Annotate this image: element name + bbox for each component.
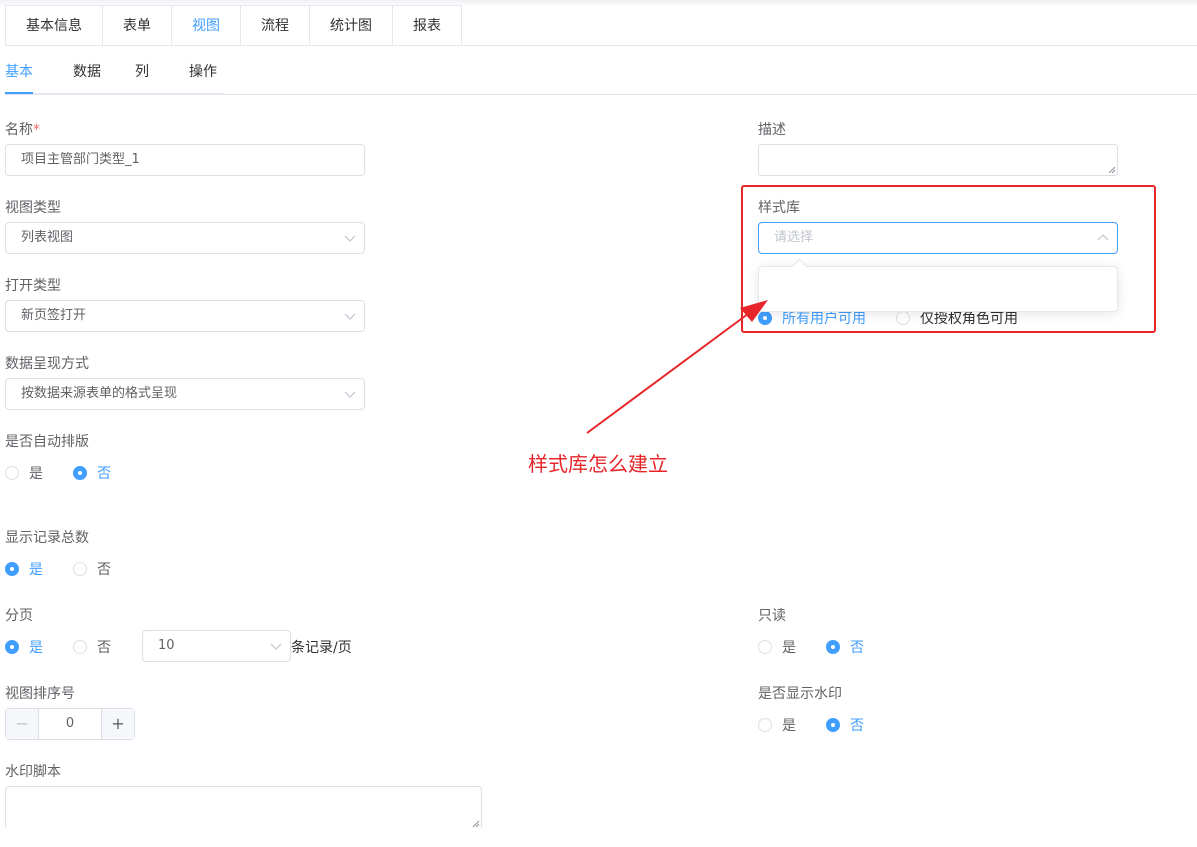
radio-yes-text: 是 (782, 718, 796, 734)
chevron-down-icon (270, 641, 282, 651)
radio-no-text: 否 (97, 466, 111, 482)
name-input-value: 项目主管部门类型_1 (21, 152, 140, 167)
subtab-actions[interactable]: 操作 (189, 48, 217, 94)
top-tab-bar: 基本信息 表单 视图 流程 统计图 报表 (5, 5, 1197, 46)
decrement-button[interactable]: − (6, 709, 38, 739)
page-size-suffix: 条记录/页 (291, 640, 352, 656)
resize-handle-icon[interactable] (1108, 166, 1116, 174)
readonly-label: 只读 (758, 608, 786, 624)
page-size-select[interactable]: 10 (142, 630, 291, 662)
watermark-script-textarea[interactable] (5, 786, 482, 830)
data-display-select[interactable]: 按数据来源表单的格式呈现 (5, 378, 365, 410)
increment-button[interactable]: + (102, 709, 134, 739)
tab-report[interactable]: 报表 (392, 5, 462, 45)
view-type-select[interactable]: 列表视图 (5, 222, 365, 254)
open-type-select[interactable]: 新页签打开 (5, 300, 365, 332)
radio-auto-layout-yes[interactable]: 是 (5, 463, 43, 483)
subtab-columns[interactable]: 列 (135, 48, 149, 94)
radio-no-text: 否 (850, 718, 864, 734)
tab-basic-info[interactable]: 基本信息 (5, 5, 103, 45)
auto-layout-label: 是否自动排版 (5, 434, 89, 450)
radio-readonly-yes[interactable]: 是 (758, 637, 796, 657)
radio-dot (826, 640, 840, 654)
radio-paging-no[interactable]: 否 (73, 637, 111, 657)
desc-label: 描述 (758, 122, 786, 138)
radio-watermark-yes[interactable]: 是 (758, 715, 796, 735)
annotation-highlight-box (741, 185, 1156, 333)
view-type-label: 视图类型 (5, 200, 61, 216)
name-label-text: 名称 (5, 122, 33, 138)
name-label: 名称* (5, 119, 40, 139)
radio-watermark-no[interactable]: 否 (826, 715, 864, 735)
radio-yes-text: 是 (29, 466, 43, 482)
name-input[interactable]: 项目主管部门类型_1 (5, 144, 365, 176)
radio-readonly-no[interactable]: 否 (826, 637, 864, 657)
radio-dot (73, 640, 87, 654)
tab-form[interactable]: 表单 (102, 5, 172, 45)
radio-no-text: 否 (850, 640, 864, 656)
data-display-value: 按数据来源表单的格式呈现 (21, 386, 178, 401)
paging-label: 分页 (5, 608, 33, 624)
sub-tab-bar: 基本 数据 列 操作 (5, 48, 257, 94)
radio-dot (5, 562, 19, 576)
radio-auto-layout-no[interactable]: 否 (73, 463, 111, 483)
bottom-mask (0, 828, 1197, 847)
open-type-value: 新页签打开 (21, 308, 87, 323)
watermark-show-label: 是否显示水印 (758, 686, 842, 702)
show-total-label: 显示记录总数 (5, 530, 89, 546)
subtab-data[interactable]: 数据 (73, 48, 101, 94)
annotation-text: 样式库怎么建立 (528, 452, 668, 476)
required-mark: * (33, 122, 40, 138)
view-type-value: 列表视图 (21, 230, 74, 245)
chevron-down-icon (344, 389, 356, 399)
radio-dot (73, 466, 87, 480)
chevron-down-icon (344, 311, 356, 321)
data-display-label: 数据呈现方式 (5, 356, 89, 372)
radio-yes-text: 是 (29, 640, 43, 656)
tab-chart[interactable]: 统计图 (309, 5, 393, 45)
annotation-arrow-icon (586, 300, 768, 434)
radio-paging-yes[interactable]: 是 (5, 637, 43, 657)
radio-dot (758, 718, 772, 732)
radio-show-total-yes[interactable]: 是 (5, 559, 43, 579)
resize-handle-icon[interactable] (472, 820, 480, 828)
subtab-basic[interactable]: 基本 (5, 48, 33, 94)
radio-yes-text: 是 (29, 562, 43, 578)
tab-flow[interactable]: 流程 (240, 5, 310, 45)
radio-dot (73, 562, 87, 576)
radio-no-text: 否 (97, 640, 111, 656)
radio-dot (758, 640, 772, 654)
radio-dot (826, 718, 840, 732)
sort-label: 视图排序号 (5, 686, 75, 702)
tab-view[interactable]: 视图 (171, 5, 241, 45)
watermark-script-label: 水印脚本 (5, 764, 61, 780)
radio-no-text: 否 (97, 562, 111, 578)
page-size-value: 10 (158, 638, 175, 653)
radio-yes-text: 是 (782, 640, 796, 656)
chevron-down-icon (344, 233, 356, 243)
radio-dot (5, 640, 19, 654)
desc-textarea[interactable] (758, 144, 1118, 176)
sort-value[interactable]: 0 (38, 709, 102, 739)
radio-show-total-no[interactable]: 否 (73, 559, 111, 579)
sort-stepper[interactable]: − 0 + (5, 708, 135, 740)
open-type-label: 打开类型 (5, 278, 61, 294)
radio-dot (5, 466, 19, 480)
